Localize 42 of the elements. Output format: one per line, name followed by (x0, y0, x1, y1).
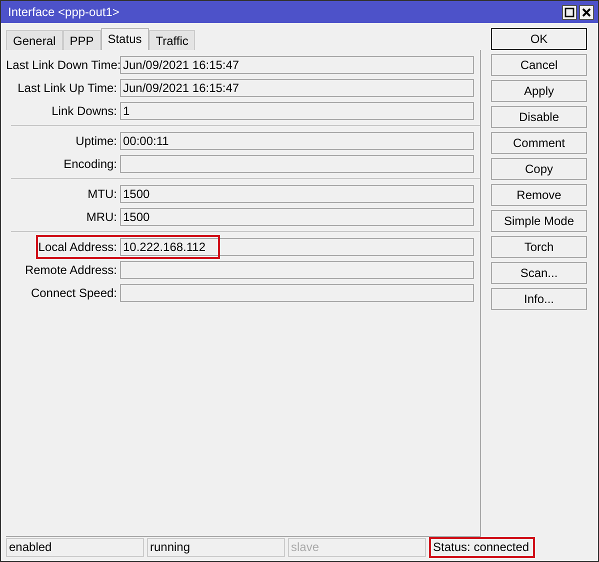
status-bar-field: running (147, 538, 285, 556)
dialog-button[interactable]: OK (491, 28, 587, 50)
window-title: Interface <ppp-out1> (8, 5, 120, 19)
maximize-button[interactable] (562, 4, 577, 20)
dialog-button[interactable]: Apply (491, 80, 587, 102)
tab[interactable]: General (6, 30, 63, 50)
field-label: Connect Speed: (30, 286, 118, 300)
tab[interactable]: Traffic (148, 30, 196, 50)
dialog-button[interactable]: Simple Mode (491, 210, 587, 232)
dialog-button[interactable]: Scan... (491, 262, 587, 284)
status-bar-field: enabled (6, 538, 144, 556)
field-label: Last Link Down Time: (6, 58, 120, 72)
field-label: MTU: (86, 186, 118, 200)
field-label: Uptime: (74, 134, 118, 148)
status-bar-field: slave (288, 538, 426, 556)
input-field[interactable]: Jun/09/2021 16:15:47 (120, 56, 474, 74)
input-field[interactable]: 00:00:11 (120, 132, 474, 150)
field-label: Link Downs: (50, 104, 118, 118)
field-label: Encoding: (62, 156, 118, 170)
input-field[interactable]: 1500 (120, 184, 474, 202)
dialog-button[interactable]: Info... (491, 288, 587, 310)
dialog-button[interactable]: Copy (491, 158, 587, 180)
field-label: Local Address: (37, 240, 118, 254)
close-button[interactable] (579, 4, 594, 20)
input-field[interactable]: 10.222.168.112 (120, 238, 474, 256)
field-label: Remote Address: (24, 262, 118, 276)
input-field[interactable] (120, 154, 474, 172)
input-field[interactable]: 1 (120, 102, 474, 120)
input-field[interactable]: Jun/09/2021 16:15:47 (120, 78, 474, 96)
dialog-button[interactable]: Disable (491, 106, 587, 128)
field-label: MRU: (85, 210, 118, 224)
dialog-button[interactable]: Comment (491, 132, 587, 154)
dialog-button[interactable]: Cancel (491, 54, 587, 76)
input-field[interactable] (120, 284, 474, 302)
input-field[interactable] (120, 260, 474, 278)
dialog-button[interactable]: Torch (491, 236, 587, 258)
field-label: Last Link Up Time: (16, 80, 118, 94)
input-field[interactable]: 1500 (120, 208, 474, 226)
status-bar-field: Status: connected (429, 536, 535, 558)
dialog-button[interactable]: Remove (491, 184, 587, 206)
tab[interactable]: Status (100, 28, 149, 50)
tab[interactable]: PPP (62, 30, 101, 50)
